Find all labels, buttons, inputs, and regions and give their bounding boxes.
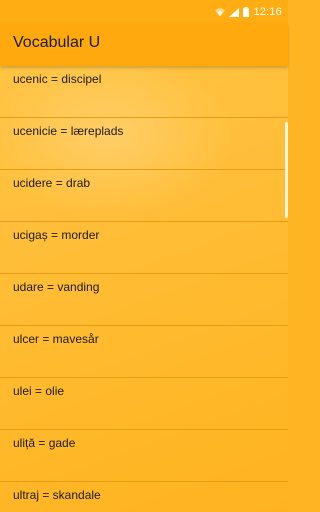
status-bar: 12:16 <box>0 0 288 24</box>
status-time: 12:16 <box>253 6 282 18</box>
list-item[interactable]: ucenic = discipel <box>0 66 288 118</box>
list-item-label: ulei = olie <box>13 384 65 398</box>
list-item-label: ultraj = skandale <box>13 488 101 502</box>
wifi-icon <box>215 7 226 17</box>
list-item[interactable]: ucenicie = læreplads <box>0 118 288 170</box>
page-title: Vocabular U <box>13 34 101 51</box>
list-item-label: ulcer = mavesår <box>13 332 99 346</box>
app-bar: Vocabular U <box>0 24 288 66</box>
list-item-label: ucigaș = morder <box>13 228 100 242</box>
list-item-label: uliță = gade <box>13 436 76 450</box>
scrollbar-thumb[interactable] <box>285 122 288 218</box>
list-item[interactable]: ultraj = skandale <box>0 482 288 512</box>
vocabulary-list[interactable]: ucenic = discipel ucenicie = læreplads u… <box>0 66 288 512</box>
signal-icon <box>229 7 240 17</box>
list-item[interactable]: ucidere = drab <box>0 170 288 222</box>
list-item[interactable]: udare = vanding <box>0 274 288 326</box>
list-item-label: ucenic = discipel <box>13 72 102 86</box>
list-item[interactable]: ulei = olie <box>0 378 288 430</box>
battery-icon <box>243 7 250 17</box>
list-item-label: udare = vanding <box>13 280 100 294</box>
list-item[interactable]: ucigaș = morder <box>0 222 288 274</box>
list-item-label: ucenicie = læreplads <box>13 124 124 138</box>
list-item-label: ucidere = drab <box>13 176 91 190</box>
list-item[interactable]: ulcer = mavesår <box>0 326 288 378</box>
list-item[interactable]: uliță = gade <box>0 430 288 482</box>
